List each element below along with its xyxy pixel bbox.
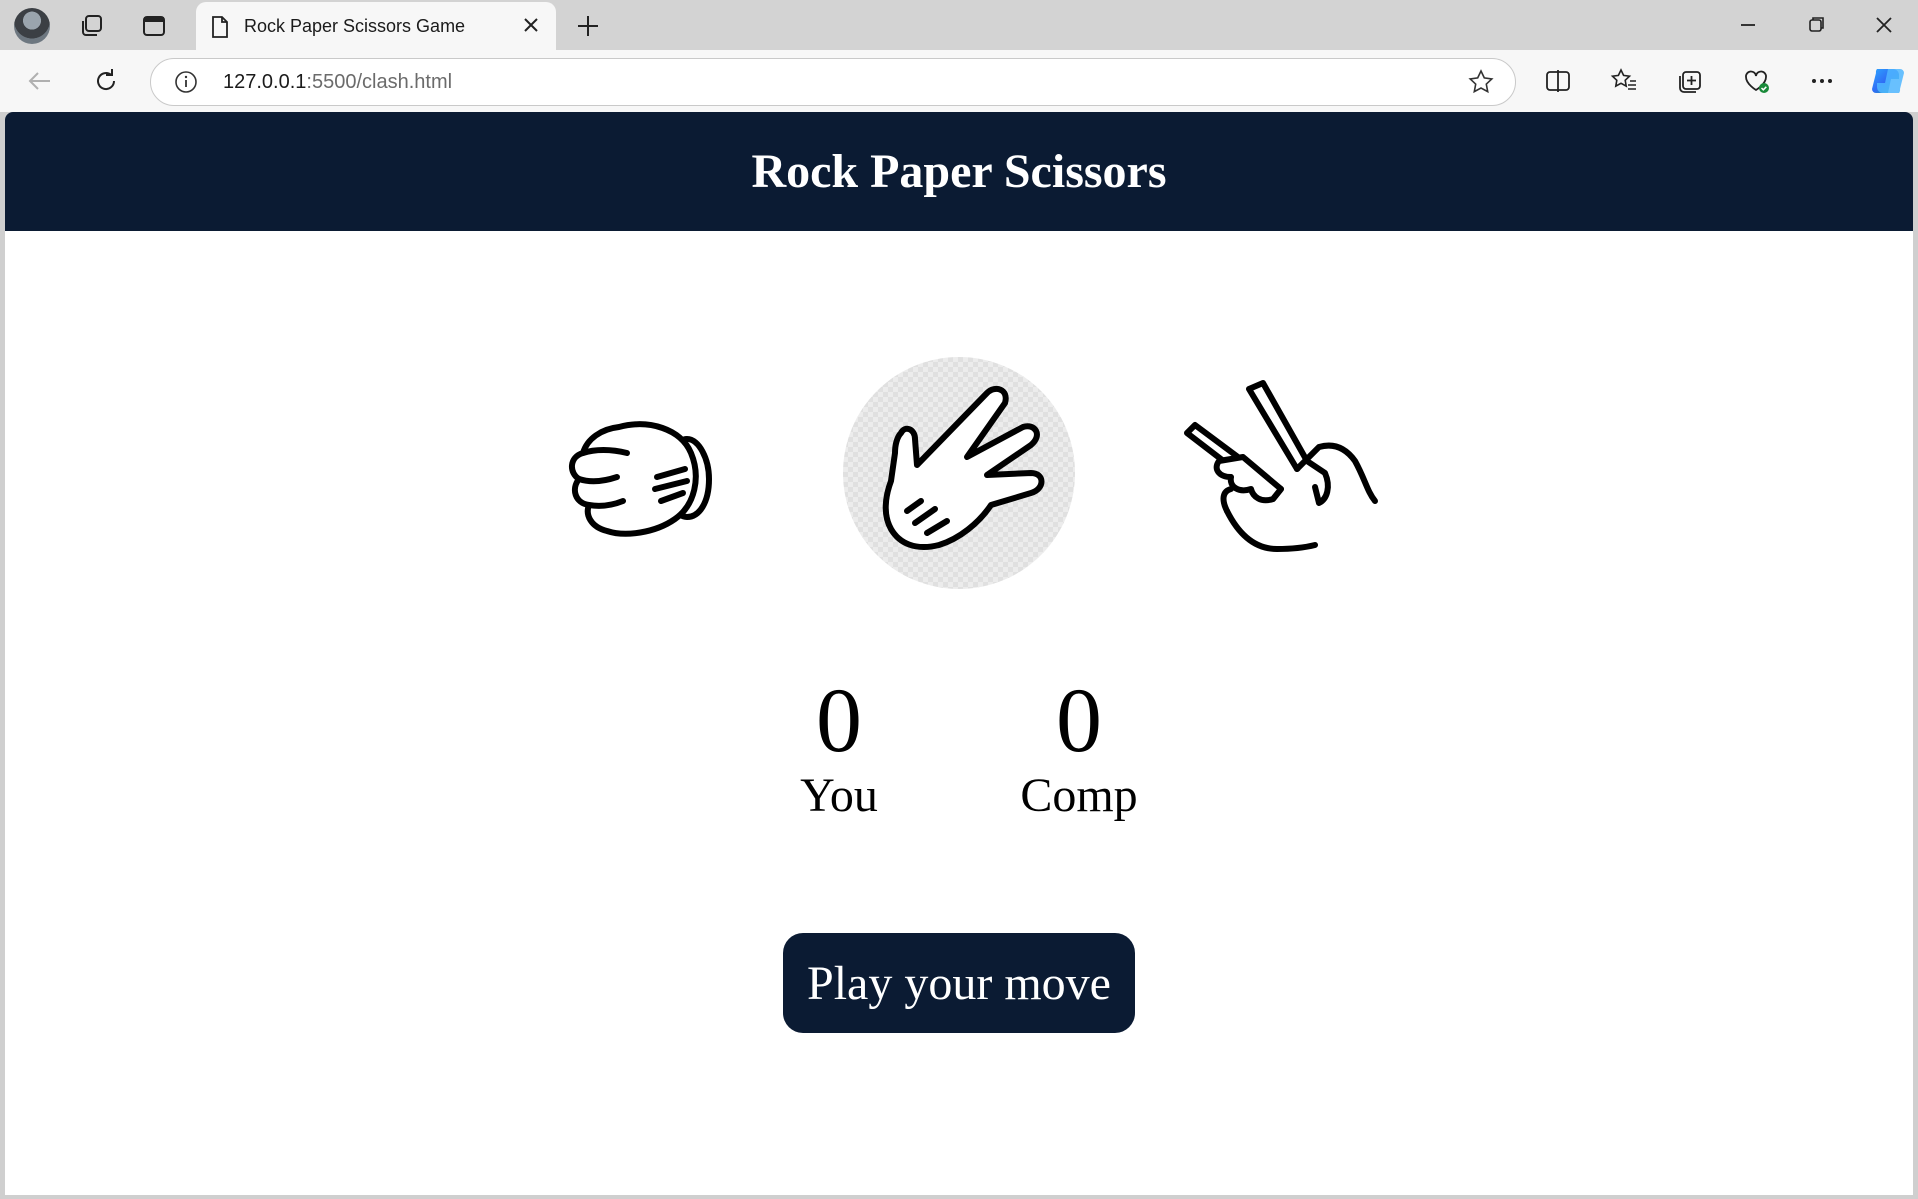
url-host: 127.0.0.1	[223, 71, 307, 93]
paper-hand-icon	[882, 385, 1045, 550]
browser-essentials-icon[interactable]	[1738, 63, 1774, 99]
user-score: 0	[816, 669, 862, 771]
new-tab-icon[interactable]	[572, 10, 604, 42]
message-box: Play your move	[783, 933, 1135, 1033]
workspaces-icon[interactable]	[76, 10, 108, 42]
tab-actions-icon[interactable]	[138, 10, 170, 42]
choices-row	[5, 357, 1913, 589]
refresh-icon[interactable]	[88, 63, 124, 99]
favorites-icon[interactable]	[1606, 63, 1642, 99]
comp-score: 0	[1056, 669, 1102, 771]
collections-icon[interactable]	[1672, 63, 1708, 99]
active-tab[interactable]: Rock Paper Scissors Game	[196, 2, 556, 50]
browser-tab-bar: Rock Paper Scissors Game	[0, 0, 1918, 50]
close-tab-icon[interactable]	[518, 12, 544, 38]
close-window-icon[interactable]	[1864, 8, 1904, 42]
tab-title: Rock Paper Scissors Game	[244, 16, 466, 36]
paper-choice[interactable]	[843, 357, 1075, 589]
rock-hand-icon	[569, 421, 712, 537]
page-header: Rock Paper Scissors	[5, 112, 1913, 231]
url-text: 127.0.0.1:5500/clash.html	[223, 71, 452, 94]
minimize-icon[interactable]	[1728, 8, 1768, 42]
page-title: Rock Paper Scissors	[751, 145, 1167, 198]
restore-icon[interactable]	[1796, 8, 1836, 42]
split-screen-icon[interactable]	[1540, 63, 1576, 99]
comp-score-block: 0 Comp	[1019, 672, 1139, 824]
scoreboard: 0 You 0 Comp	[5, 672, 1913, 824]
address-bar[interactable]: 127.0.0.1:5500/clash.html	[150, 58, 1516, 106]
favorite-star-icon[interactable]	[1467, 68, 1495, 101]
more-options-icon[interactable]	[1804, 63, 1840, 99]
site-info-icon[interactable]	[173, 69, 199, 100]
comp-score-label: Comp	[1020, 769, 1138, 822]
profile-avatar[interactable]	[14, 8, 50, 44]
scissors-choice[interactable]	[1163, 357, 1395, 589]
browser-toolbar: 127.0.0.1:5500/clash.html	[0, 50, 1918, 112]
document-icon	[210, 15, 230, 44]
user-score-block: 0 You	[779, 672, 899, 824]
page-viewport: Rock Paper Scissors 0 You 0 Comp Play yo…	[5, 112, 1913, 1195]
url-path: :5500/clash.html	[306, 71, 453, 93]
scissors-hand-icon	[1184, 380, 1378, 552]
rock-choice[interactable]	[523, 357, 755, 589]
user-score-label: You	[800, 769, 878, 822]
back-icon[interactable]	[22, 63, 58, 99]
copilot-icon[interactable]	[1868, 61, 1908, 101]
